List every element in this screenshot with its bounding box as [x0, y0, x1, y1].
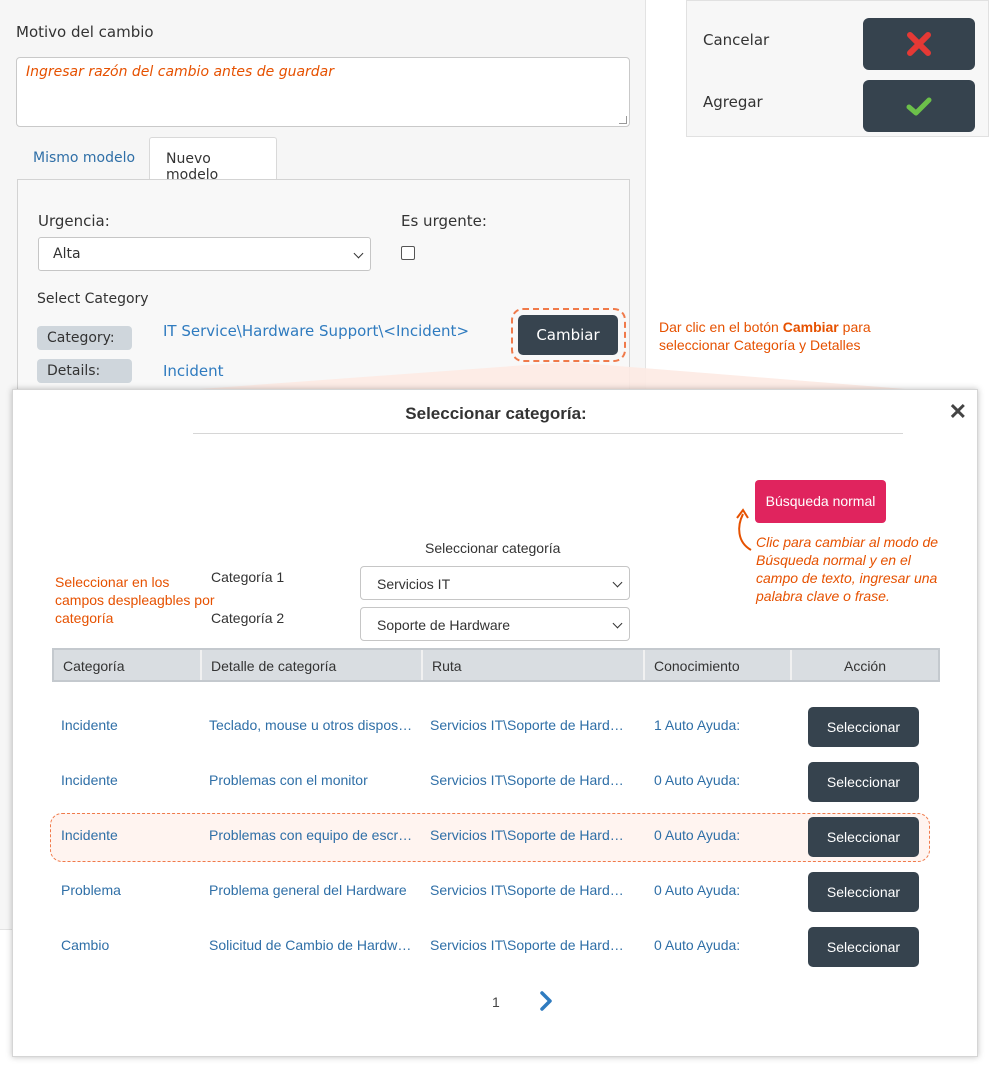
row-knowledge[interactable]: 1 Auto Ayuda: [654, 717, 794, 733]
dropdowns-hint: Seleccionar en los campos despleagbles p… [55, 574, 215, 626]
category1-label: Categoría 1 [211, 569, 285, 585]
table-row: Incidente Teclado, mouse u otros disposi… [52, 699, 940, 754]
table-row: Incidente Problemas con equipo de escrit… [52, 809, 940, 864]
urgency-label: Urgencia: [38, 212, 110, 230]
category1-value: Servicios IT [377, 576, 451, 592]
row-detail[interactable]: Problema general del Hardware [209, 882, 413, 898]
modal-divider [193, 433, 903, 434]
resize-grip-icon[interactable] [619, 116, 627, 124]
change-hint-bold: Cambiar [782, 319, 839, 335]
row-detail[interactable]: Problemas con equipo de escritorio [209, 827, 413, 843]
tab-same-model[interactable]: Mismo modelo [17, 137, 151, 180]
header-action: Acción [843, 658, 887, 674]
row-knowledge[interactable]: 0 Auto Ayuda: [654, 882, 794, 898]
category2-select[interactable]: Soporte de Hardware [360, 607, 630, 641]
normal-search-hint: Clic para cambiar al modo de Búsqueda no… [756, 534, 939, 604]
change-hint: Dar clic en el botón Cambiar para selecc… [659, 318, 919, 354]
close-icon[interactable]: ✕ [949, 401, 967, 423]
category-label: Category: [37, 326, 132, 350]
table-row: Cambio Solicitud de Cambio de Hardware S… [52, 919, 940, 974]
chevron-down-icon [612, 577, 623, 588]
table-row: Problema Problema general del Hardware S… [52, 864, 940, 919]
select-button[interactable]: Seleccionar [808, 872, 919, 912]
select-category-label: Select Category [37, 291, 149, 307]
check-icon [906, 97, 932, 116]
select-button[interactable]: Seleccionar [808, 927, 919, 967]
reason-placeholder: Ingresar razón del cambio antes de guard… [26, 64, 335, 80]
row-detail[interactable]: Problemas con el monitor [209, 772, 413, 788]
header-category[interactable]: Categoría [54, 650, 202, 680]
header-knowledge[interactable]: Conocimiento [645, 650, 792, 680]
select-category-modal: Seleccionar categoría: ✕ Búsqueda normal… [12, 389, 978, 1057]
change-hint-text: Dar clic en el botón [659, 319, 783, 335]
urgency-select[interactable]: Alta [38, 237, 371, 271]
is-urgent-checkbox[interactable] [401, 246, 415, 260]
cancel-button[interactable] [863, 18, 975, 70]
table-header: Categoría Detalle de categoría Ruta Cono… [52, 648, 940, 682]
tab-new-model[interactable]: Nuevo modelo [149, 137, 277, 183]
row-path[interactable]: Servicios IT\Soporte de Hardware [430, 772, 630, 788]
row-category[interactable]: Cambio [61, 937, 201, 953]
cancel-label: Cancelar [703, 31, 770, 49]
row-category[interactable]: Incidente [61, 772, 201, 788]
add-button[interactable] [863, 80, 975, 132]
page-number[interactable]: 1 [492, 994, 500, 1010]
details-value[interactable]: Incident [163, 362, 223, 380]
category1-select[interactable]: Servicios IT [360, 566, 630, 600]
action-panel: Cancelar Agregar [686, 0, 989, 137]
row-path[interactable]: Servicios IT\Soporte de Hardware [430, 937, 630, 953]
curved-arrow-icon [736, 508, 752, 551]
row-path[interactable]: Servicios IT\Soporte de Hardware [430, 882, 630, 898]
row-category[interactable]: Incidente [61, 717, 201, 733]
select-button[interactable]: Seleccionar [808, 817, 919, 857]
category2-label: Categoría 2 [211, 610, 285, 626]
reason-label: Motivo del cambio [16, 23, 154, 41]
is-urgent-label: Es urgente: [401, 212, 487, 230]
select-button[interactable]: Seleccionar [808, 762, 919, 802]
chevron-right-icon[interactable] [538, 990, 554, 1012]
row-knowledge[interactable]: 0 Auto Ayuda: [654, 937, 794, 953]
urgency-value: Alta [53, 246, 81, 262]
header-path[interactable]: Ruta [423, 650, 645, 680]
change-button[interactable]: Cambiar [518, 315, 618, 355]
row-path[interactable]: Servicios IT\Soporte de Hardware [430, 827, 630, 843]
row-path[interactable]: Servicios IT\Soporte de Hardware [430, 717, 630, 733]
modal-title: Seleccionar categoría: [405, 404, 587, 423]
reason-textarea[interactable]: Ingresar razón del cambio antes de guard… [16, 57, 630, 127]
normal-search-button[interactable]: Búsqueda normal [755, 480, 886, 523]
row-knowledge[interactable]: 0 Auto Ayuda: [654, 827, 794, 843]
row-detail[interactable]: Teclado, mouse u otros dispositivos [209, 717, 413, 733]
row-knowledge[interactable]: 0 Auto Ayuda: [654, 772, 794, 788]
add-label: Agregar [703, 93, 763, 111]
row-detail[interactable]: Solicitud de Cambio de Hardware [209, 937, 413, 953]
header-detail[interactable]: Detalle de categoría [202, 650, 423, 680]
row-category[interactable]: Problema [61, 882, 201, 898]
category-value[interactable]: IT Service\Hardware Support\<Incident> [163, 322, 469, 340]
select-button[interactable]: Seleccionar [808, 707, 919, 747]
row-category[interactable]: Incidente [61, 827, 201, 843]
x-icon [907, 32, 931, 56]
details-label: Details: [37, 359, 132, 383]
table-row: Incidente Problemas con el monitor Servi… [52, 754, 940, 809]
chevron-down-icon [353, 248, 364, 259]
select-category-title: Seleccionar categoría [425, 540, 561, 556]
category2-value: Soporte de Hardware [377, 617, 511, 633]
chevron-down-icon [612, 618, 623, 629]
